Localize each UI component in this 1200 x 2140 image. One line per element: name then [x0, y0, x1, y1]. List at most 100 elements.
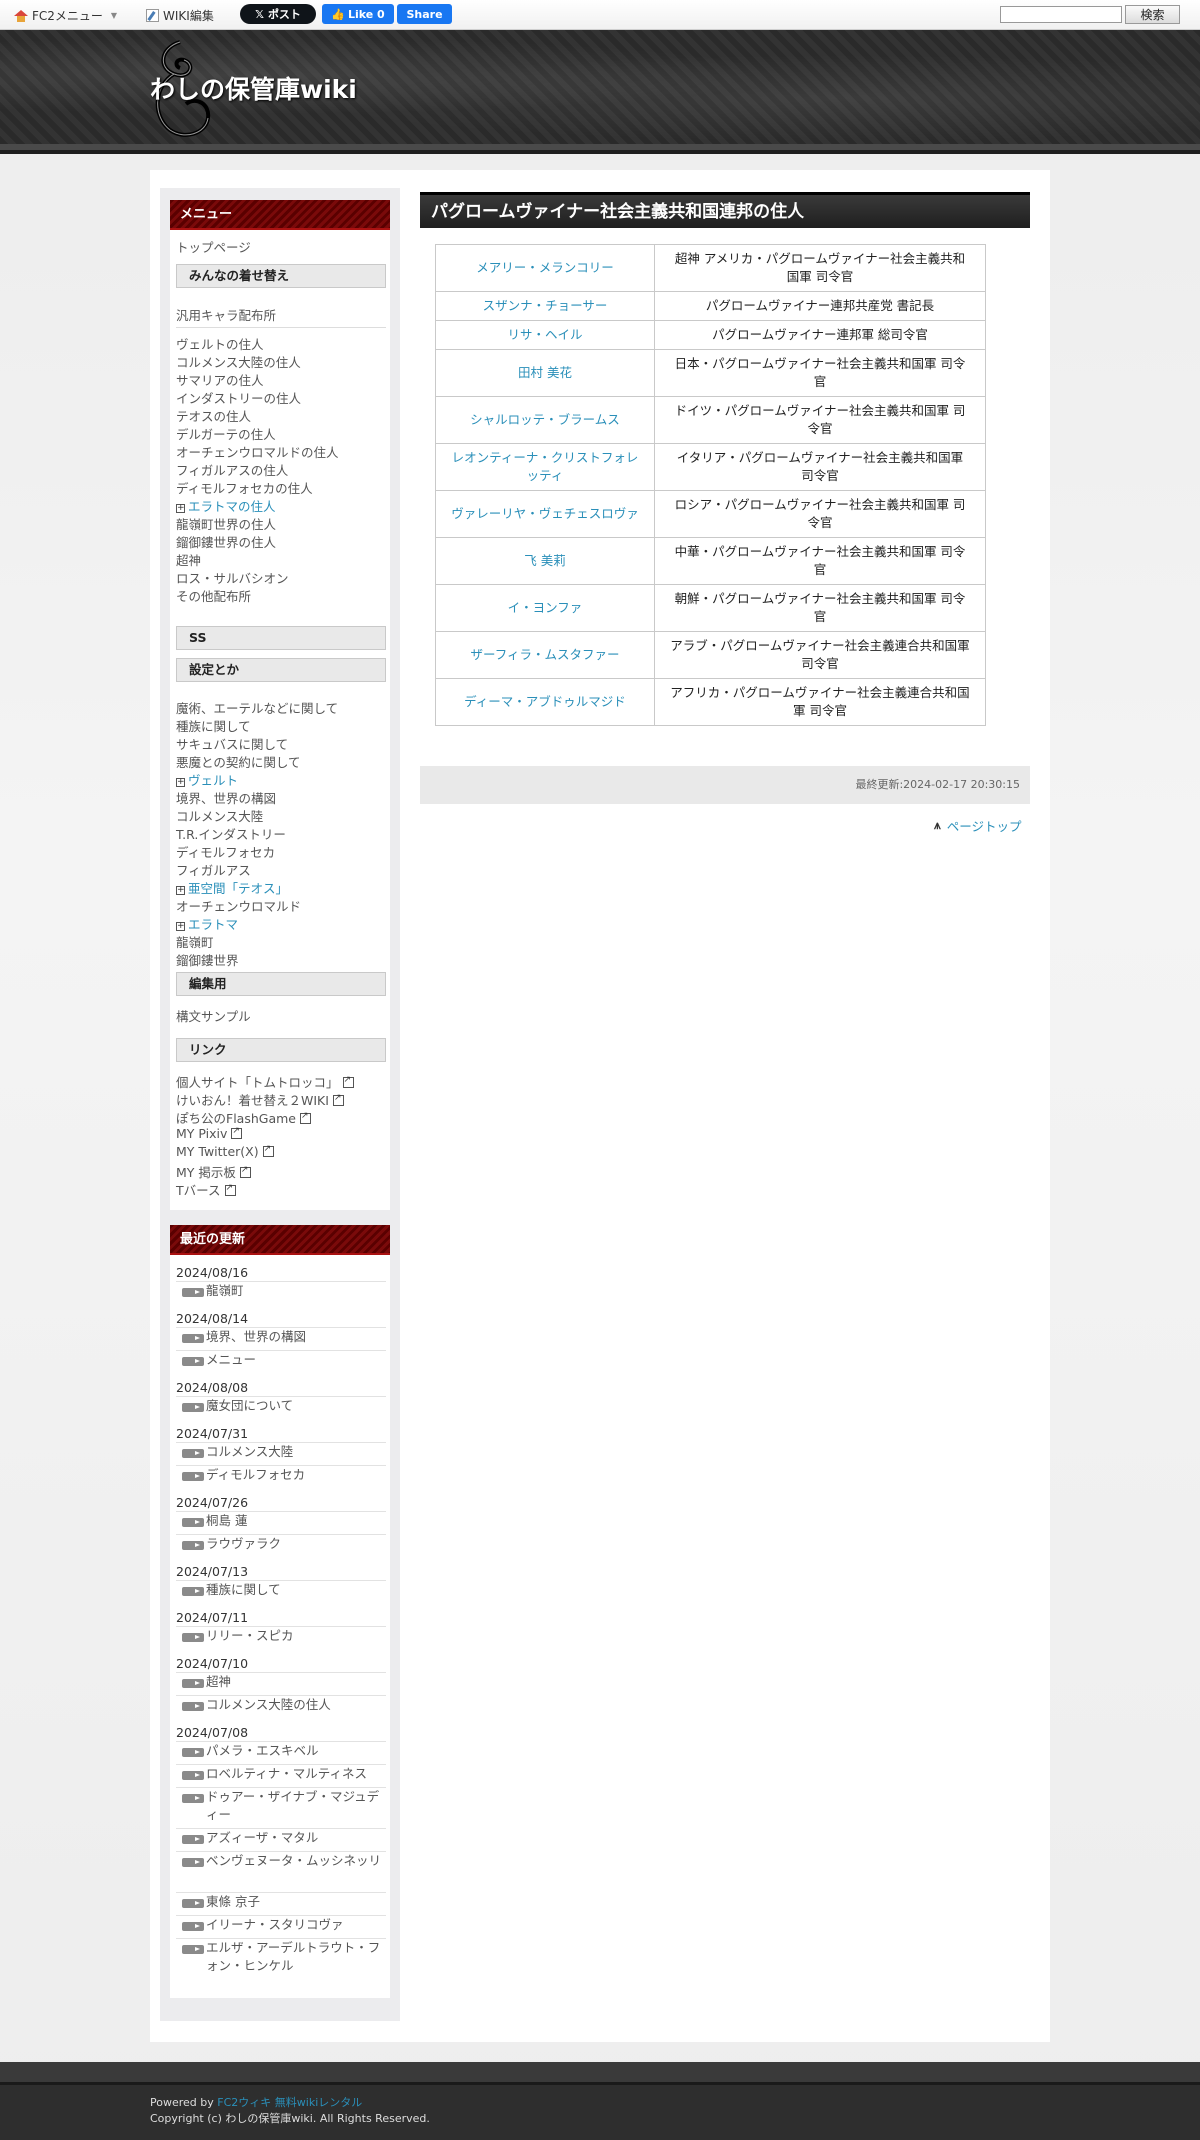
fc2-menu-label: FC2メニュー	[32, 9, 103, 23]
menu-link-generic-dist[interactable]: 汎用キャラ配布所	[176, 305, 276, 324]
menu-link-setting[interactable]: コルメンス大陸	[176, 806, 263, 825]
update-item[interactable]: パメラ・エスキベル	[176, 1741, 386, 1760]
menu-link-resident[interactable]: ディモルフォセカの住人	[176, 478, 313, 497]
resident-name-link[interactable]: ザーフィラ・ムスタファー	[435, 631, 655, 679]
menu-link-top-page[interactable]: トップページ	[176, 237, 251, 256]
site-title[interactable]: わしの保管庫wiki	[150, 70, 357, 106]
external-link[interactable]: けいおん！着せ替え２WIKI	[176, 1090, 344, 1109]
update-date: 2024/07/10	[176, 1656, 249, 1671]
external-link[interactable]: Tバース	[176, 1180, 236, 1199]
menu-link-setting[interactable]: 魔術、エーテルなどに関して	[176, 698, 338, 717]
update-item[interactable]: ベンヴェヌータ・ムッシネッリ	[176, 1851, 386, 1870]
menu-link-setting[interactable]: T.R.インダストリー	[176, 824, 286, 843]
resident-name-link[interactable]: メアリー・メランコリー	[435, 244, 655, 292]
table-row: リサ・ヘイル パグロームヴァイナー連邦軍 総司令官	[435, 320, 986, 350]
menu-link-resident[interactable]: テオスの住人	[176, 406, 251, 425]
update-item[interactable]: 桐島 蓮	[176, 1511, 386, 1530]
update-item[interactable]: メニュー	[176, 1350, 386, 1369]
update-item[interactable]: リリー・スピカ	[176, 1626, 386, 1645]
expand-icon[interactable]: +	[176, 922, 185, 931]
menu-link-setting[interactable]: 鎦御鏤世界	[176, 950, 239, 969]
update-item[interactable]: 魔女団について	[176, 1396, 386, 1415]
resident-name-link[interactable]: シャルロッテ・ブラームス	[435, 396, 655, 444]
update-item[interactable]: ディモルフォセカ	[176, 1465, 386, 1484]
update-item-label: 超神	[206, 1674, 232, 1689]
menu-link-setting[interactable]: オーチェンウロマルド	[176, 896, 301, 915]
menu-link-resident[interactable]: サマリアの住人	[176, 370, 264, 389]
menu-link-resident[interactable]: オーチェンウロマルドの住人	[176, 442, 339, 461]
update-item[interactable]: コルメンス大陸	[176, 1442, 386, 1461]
external-link[interactable]: ぽち公のFlashGame	[176, 1108, 311, 1127]
play-icon	[182, 1633, 204, 1642]
resident-name-link[interactable]: リサ・ヘイル	[435, 320, 655, 350]
resident-name-link[interactable]: レオンティーナ・クリストフォレッティ	[435, 443, 655, 491]
resident-name-link[interactable]: 田村 美花	[435, 349, 655, 397]
menu-link-resident[interactable]: フィガルアスの住人	[176, 460, 288, 479]
menu-link-resident[interactable]: インダストリーの住人	[176, 388, 301, 407]
menu-link-label: エラトマ	[188, 917, 239, 932]
menu-link-setting[interactable]: フィガルアス	[176, 860, 251, 879]
update-item[interactable]: ドゥアー・ザイナブ・マジュディー	[176, 1787, 386, 1824]
update-item[interactable]: アズィーザ・マタル	[176, 1828, 386, 1847]
menu-link-setting[interactable]: ディモルフォセカ	[176, 842, 275, 861]
menu-link-resident[interactable]: その他配布所	[176, 586, 251, 605]
resident-name-link[interactable]: スザンナ・チョーサー	[435, 291, 655, 321]
menu-link-label: ヴェルト	[188, 773, 239, 788]
resident-name-link[interactable]: ヴァレーリヤ・ヴェチェスロヴァ	[435, 490, 655, 538]
update-item[interactable]: イリーナ・スタリコヴァ	[176, 1915, 386, 1934]
menu-link-resident[interactable]: デルガーテの住人	[176, 424, 276, 443]
play-icon	[182, 1945, 204, 1954]
table-row: ヴァレーリヤ・ヴェチェスロヴァ ロシア・パグロームヴァイナー社会主義共和国軍 司…	[435, 490, 986, 538]
resident-name-link[interactable]: 飞 美莉	[435, 537, 655, 585]
search-input[interactable]	[1000, 6, 1122, 23]
update-date: 2024/07/13	[176, 1564, 249, 1579]
menu-link-setting[interactable]: 種族に関して	[176, 716, 251, 735]
facebook-like-button[interactable]: 👍 Like 0	[322, 4, 394, 24]
update-item[interactable]: 種族に関して	[176, 1580, 386, 1599]
menu-link-eratoma[interactable]: + エラトマ	[176, 914, 238, 933]
update-item[interactable]: ラウヴァラク	[176, 1534, 386, 1553]
update-item[interactable]: 境界、世界の構図	[176, 1327, 386, 1346]
update-item[interactable]: 超神	[176, 1672, 386, 1691]
x-post-button[interactable]: 𝕏 ポスト	[240, 4, 316, 24]
menu-link-teos[interactable]: + 亜空間「テオス」	[176, 878, 288, 897]
external-link[interactable]: MY Pixiv	[176, 1126, 243, 1141]
menu-link-resident[interactable]: 超神	[176, 550, 201, 569]
link-label: MY 掲示板	[176, 1165, 236, 1180]
menu-link-syntax-sample[interactable]: 構文サンプル	[176, 1006, 251, 1025]
fc2wiki-link[interactable]: FC2ウィキ	[217, 2096, 271, 2109]
update-item[interactable]: ロベルティナ・マルティネス	[176, 1764, 386, 1783]
play-icon	[182, 1748, 204, 1757]
wiki-edit-link[interactable]: WIKI編集	[146, 7, 214, 24]
menu-link-resident[interactable]: 龍嶺町世界の住人	[176, 514, 276, 533]
update-item[interactable]: エルザ・アーデルトラウト・フォン・ヒンケル	[176, 1938, 386, 1975]
menu-link-setting[interactable]: 境界、世界の構図	[176, 788, 276, 807]
menu-link-velt[interactable]: + ヴェルト	[176, 770, 238, 789]
update-item-label: 境界、世界の構図	[206, 1329, 307, 1344]
resident-name-link[interactable]: イ・ヨンファ	[435, 584, 655, 632]
update-item[interactable]: コルメンス大陸の住人	[176, 1695, 386, 1714]
resident-name-link[interactable]: ディーマ・アブドゥルマジド	[435, 678, 655, 726]
menu-link-resident[interactable]: コルメンス大陸の住人	[176, 352, 301, 371]
external-link[interactable]: MY 掲示板	[176, 1162, 251, 1181]
menu-link-resident[interactable]: ロス・サルバシオン	[176, 568, 289, 587]
expand-icon[interactable]: +	[176, 886, 185, 895]
update-item[interactable]: 東條 京子	[176, 1892, 386, 1911]
facebook-share-button[interactable]: Share	[397, 4, 452, 24]
expand-icon[interactable]: +	[176, 504, 185, 513]
update-item[interactable]: 龍嶺町	[176, 1281, 386, 1300]
menu-link-setting[interactable]: 龍嶺町	[176, 932, 214, 951]
home-icon	[14, 9, 28, 22]
menu-link-resident[interactable]: 鎦御鏤世界の住人	[176, 532, 276, 551]
fc2-menu-button[interactable]: FC2メニュー ▼	[14, 7, 117, 24]
menu-link-setting[interactable]: サキュバスに関して	[176, 734, 288, 753]
rental-link[interactable]: 無料wikiレンタル	[275, 2096, 362, 2109]
menu-link-setting[interactable]: 悪魔との契約に関して	[176, 752, 301, 771]
menu-link-resident[interactable]: ヴェルトの住人	[176, 334, 264, 353]
external-link[interactable]: MY Twitter(X)	[176, 1144, 274, 1159]
external-link[interactable]: 個人サイト「トムトロッコ」	[176, 1072, 354, 1091]
search-button[interactable]: 検索	[1125, 5, 1180, 24]
menu-link-eratoma-residents[interactable]: + エラトマの住人	[176, 496, 276, 515]
expand-icon[interactable]: +	[176, 778, 185, 787]
page-top-link[interactable]: ⩚ ページトップ	[934, 816, 1022, 835]
